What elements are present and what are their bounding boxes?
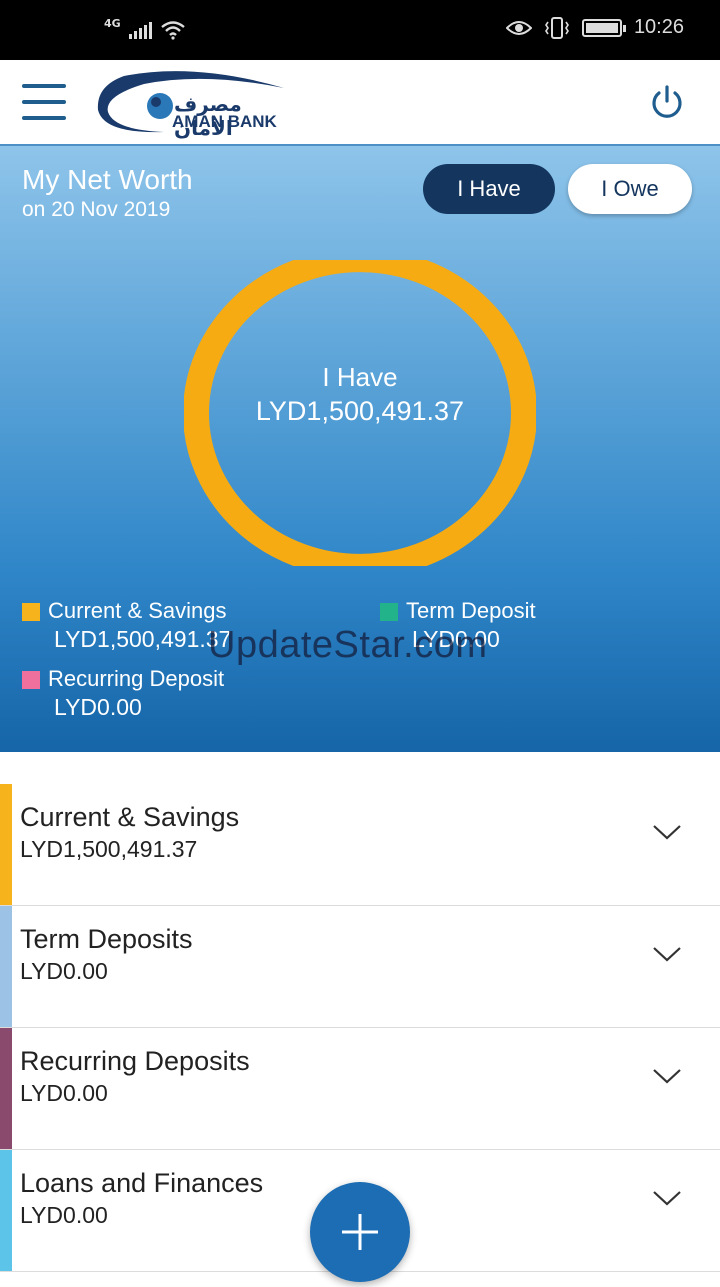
network-type: 4G	[104, 16, 121, 30]
watermark: UpdateStar.com	[208, 624, 488, 666]
aman-bank-logo: مصرف الأمان AMAN BANK	[94, 68, 294, 140]
account-color-bar	[0, 784, 12, 905]
account-color-bar	[0, 1150, 12, 1271]
account-amount: LYD0.00	[20, 958, 108, 984]
status-right: 10:26	[505, 16, 684, 39]
wifi-icon	[160, 21, 185, 40]
net-worth-panel: My Net Worth on 20 Nov 2019 I Have I Owe…	[0, 144, 720, 752]
legend-recurring-deposit: Recurring Deposit LYD0.00	[22, 666, 342, 726]
account-color-bar	[0, 906, 12, 1027]
add-button[interactable]	[310, 1182, 410, 1282]
signal-icon	[128, 21, 152, 39]
account-amount: LYD0.00	[20, 1202, 108, 1228]
toggle-i-owe[interactable]: I Owe	[568, 164, 692, 214]
legend-name: Current & Savings	[48, 598, 227, 623]
donut-value: LYD1,500,491.37	[255, 396, 465, 426]
plus-icon	[342, 1214, 378, 1250]
toggle-i-have[interactable]: I Have	[423, 164, 555, 214]
account-color-bar	[0, 1028, 12, 1149]
menu-icon[interactable]	[22, 84, 66, 120]
chevron-down-icon[interactable]	[652, 1066, 682, 1086]
chevron-down-icon[interactable]	[652, 944, 682, 964]
legend-amount: LYD1,500,491.37	[54, 626, 232, 652]
vibrate-icon	[544, 16, 569, 39]
eye-icon	[505, 20, 532, 35]
power-icon[interactable]	[648, 84, 686, 122]
chevron-down-icon[interactable]	[652, 822, 682, 842]
logo-english-text: AMAN BANK	[172, 112, 277, 131]
status-time: 10:26	[633, 16, 684, 38]
legend-amount: LYD0.00	[54, 694, 142, 720]
account-name: Term Deposits	[20, 924, 193, 954]
account-name: Loans and Finances	[20, 1168, 264, 1198]
status-left: 4G	[104, 16, 186, 40]
status-bar: 4G 10:26	[0, 0, 720, 60]
legend-swatch	[22, 671, 40, 689]
chevron-down-icon[interactable]	[652, 1188, 682, 1208]
battery-icon	[581, 18, 626, 37]
net-worth-title: My Net Worth	[22, 164, 193, 195]
legend-name: Term Deposit	[406, 598, 536, 623]
account-row-term-deposits[interactable]: Term Deposits LYD0.00	[0, 906, 720, 1028]
legend-name: Recurring Deposit	[48, 666, 225, 691]
donut-label: I Have	[322, 362, 398, 392]
account-name: Current & Savings	[20, 802, 240, 832]
account-amount: LYD0.00	[20, 1080, 108, 1106]
account-row-recurring-deposits[interactable]: Recurring Deposits LYD0.00	[0, 1028, 720, 1150]
account-name: Recurring Deposits	[20, 1046, 250, 1076]
account-amount: LYD1,500,491.37	[20, 836, 198, 862]
legend-swatch	[380, 603, 398, 621]
net-worth-date: on 20 Nov 2019	[22, 198, 171, 221]
legend-swatch	[22, 603, 40, 621]
app-header: مصرف الأمان AMAN BANK	[0, 60, 720, 144]
account-row-current-savings[interactable]: Current & Savings LYD1,500,491.37	[0, 784, 720, 906]
